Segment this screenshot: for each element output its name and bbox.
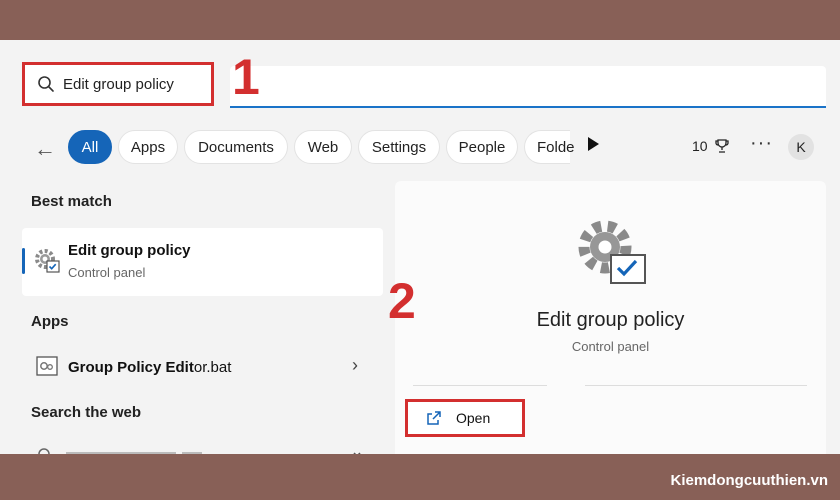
step-number-1: 1 [232,49,260,105]
divider [413,385,547,386]
search-web-heading: Search the web [31,404,142,421]
detail-pane: Edit group policy Control panel Open [395,181,826,454]
points-count: 10 [692,138,708,154]
open-external-icon [427,411,441,425]
best-match-item[interactable]: Edit group policy Control panel [22,228,383,296]
open-button-label: Open [456,410,491,426]
open-button[interactable]: Open [405,399,525,437]
apps-heading: Apps [31,313,69,330]
more-options-icon[interactable]: ··· [750,132,773,155]
search-query: Edit group policy [63,75,174,93]
clipped-web-result[interactable] [36,444,366,454]
chevron-right-icon[interactable]: › [352,355,358,376]
search-icon [38,76,54,92]
filter-chip-apps[interactable]: Apps [118,130,178,164]
filter-chip-folders[interactable]: Folde [524,130,575,164]
rewards-points[interactable]: 10 [692,138,730,154]
site-watermark: Kiemdongcuuthien.vn [670,472,829,489]
batch-file-icon [36,356,58,376]
app-result-group-policy-editor[interactable]: Group Policy Editor.bat › [22,352,383,382]
filter-chip-settings[interactable]: Settings [358,130,440,164]
best-match-subtitle: Control panel [68,265,146,280]
step-number-2: 2 [388,273,416,329]
search-input[interactable]: Edit group policy [22,62,214,106]
filter-bar: ← All Apps Documents Web Settings People… [0,128,840,168]
filter-chip-documents[interactable]: Documents [184,130,288,164]
filter-chip-web[interactable]: Web [294,130,352,164]
label-match: Group Policy Edit [68,359,194,376]
best-match-heading: Best match [31,193,112,210]
group-policy-icon [35,249,60,273]
back-arrow-icon[interactable]: ← [34,136,56,162]
detail-subtitle: Control panel [571,339,650,354]
trophy-icon [714,139,729,153]
search-bar-extension[interactable] [230,66,826,108]
detail-title: Edit group policy [536,309,685,331]
best-match-title: Edit group policy [68,242,191,259]
filter-chip-people[interactable]: People [446,130,518,164]
app-result-label: Group Policy Editor.bat [68,359,231,376]
filter-chip-all[interactable]: All [68,130,112,164]
label-rest: or.bat [193,359,232,376]
group-policy-large-icon [578,220,646,284]
user-avatar[interactable]: K [788,134,814,160]
divider [585,385,807,386]
scroll-right-icon[interactable] [588,137,599,151]
selection-indicator [22,248,25,274]
search-panel: Edit group policy 1 ← All Apps Documents… [0,40,840,454]
